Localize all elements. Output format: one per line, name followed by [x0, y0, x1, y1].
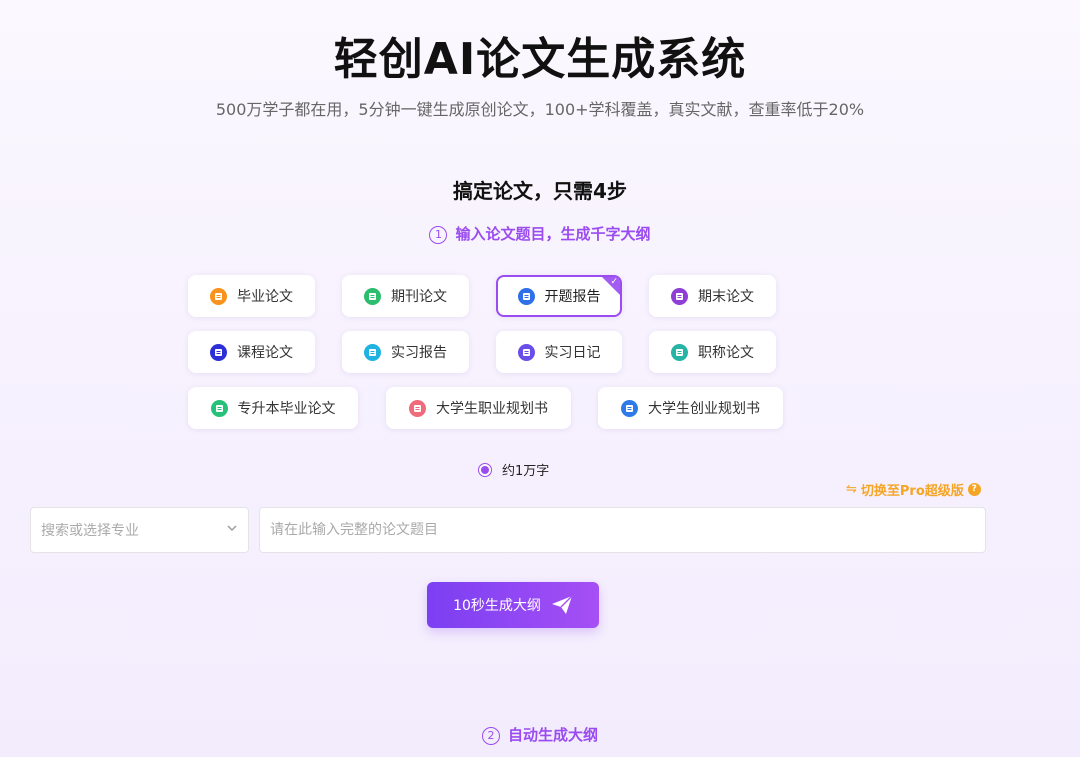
- major-select-placeholder: 搜索或选择专业: [41, 523, 139, 539]
- paper-type-card[interactable]: 大学生职业规划书: [386, 387, 571, 429]
- page-subtitle: 500万学子都在用，5分钟一键生成原创论文，100+学科覆盖，真实文献，查重率低…: [215, 100, 865, 119]
- pro-switch-label: 切换至Pro超级版: [860, 484, 964, 499]
- page-title: 轻创AI论文生成系统: [333, 34, 747, 85]
- upgrade-icon: [210, 399, 228, 417]
- paper-type-label: 开题报告: [544, 289, 601, 305]
- paper-type-label: 期刊论文: [391, 289, 447, 305]
- chevron-down-icon: [226, 522, 238, 538]
- paper-type-card[interactable]: 实习日记: [496, 331, 622, 373]
- paper-type-card[interactable]: 实习报告: [342, 331, 469, 373]
- pro-switch-link[interactable]: ⇋ 切换至Pro超级版 ?: [846, 480, 981, 499]
- step-2-heading: 2 自动生成大纲: [0, 724, 1080, 746]
- title-paper-icon: [671, 343, 688, 361]
- course-icon: [210, 343, 227, 361]
- exam-icon: [671, 287, 688, 305]
- paper-type-card[interactable]: 专升本毕业论文: [188, 387, 358, 429]
- internship-icon: [364, 343, 381, 361]
- paper-type-label: 大学生创业规划书: [648, 401, 760, 417]
- startup-icon: [621, 399, 638, 417]
- paper-type-card[interactable]: 职称论文: [649, 331, 776, 373]
- step-label: 输入论文题目，生成千字大纲: [455, 225, 651, 243]
- paper-type-card[interactable]: 期末论文: [649, 275, 776, 317]
- section-title: 搞定论文，只需4步: [453, 179, 627, 203]
- journal-icon: [364, 287, 381, 305]
- career-icon: [409, 399, 426, 417]
- send-icon: [551, 595, 573, 614]
- paper-type-label: 期末论文: [698, 289, 754, 305]
- word-count-label: 约1万字: [502, 464, 550, 479]
- paper-type-card[interactable]: 期刊论文: [342, 275, 469, 317]
- paper-type-card[interactable]: 课程论文: [188, 331, 315, 373]
- paper-type-label: 实习日记: [544, 345, 601, 361]
- paper-type-label: 实习报告: [391, 345, 447, 361]
- diary-icon: [517, 343, 535, 361]
- book-icon: [210, 287, 227, 305]
- major-select[interactable]: 搜索或选择专业: [30, 507, 249, 553]
- paper-type-card[interactable]: 毕业论文: [188, 275, 315, 317]
- paper-type-label: 大学生职业规划书: [436, 401, 548, 417]
- generate-button-label: 10秒生成大纲: [453, 598, 541, 614]
- help-icon[interactable]: ?: [967, 483, 981, 496]
- paper-type-label: 职称论文: [698, 345, 754, 361]
- paper-type-card[interactable]: 开题报告 ✓: [496, 275, 622, 317]
- paper-type-label: 课程论文: [237, 345, 293, 361]
- step-1-heading: 1 输入论文题目，生成千字大纲: [0, 223, 1080, 245]
- report-icon: [517, 287, 535, 305]
- radio-selected-icon: [478, 462, 492, 477]
- step-label: 自动生成大纲: [507, 726, 598, 744]
- step-number-icon: 2: [481, 727, 500, 745]
- paper-title-input[interactable]: [259, 507, 986, 553]
- generate-outline-button[interactable]: 10秒生成大纲: [427, 582, 599, 628]
- paper-type-label: 毕业论文: [237, 289, 293, 305]
- word-count-option[interactable]: 约1万字: [478, 460, 549, 479]
- paper-type-label: 专升本毕业论文: [237, 401, 336, 417]
- check-icon: ✓: [610, 277, 618, 287]
- step-number-icon: 1: [429, 226, 448, 244]
- paper-type-card[interactable]: 大学生创业规划书: [598, 387, 783, 429]
- switch-arrows-icon: ⇋: [846, 482, 857, 497]
